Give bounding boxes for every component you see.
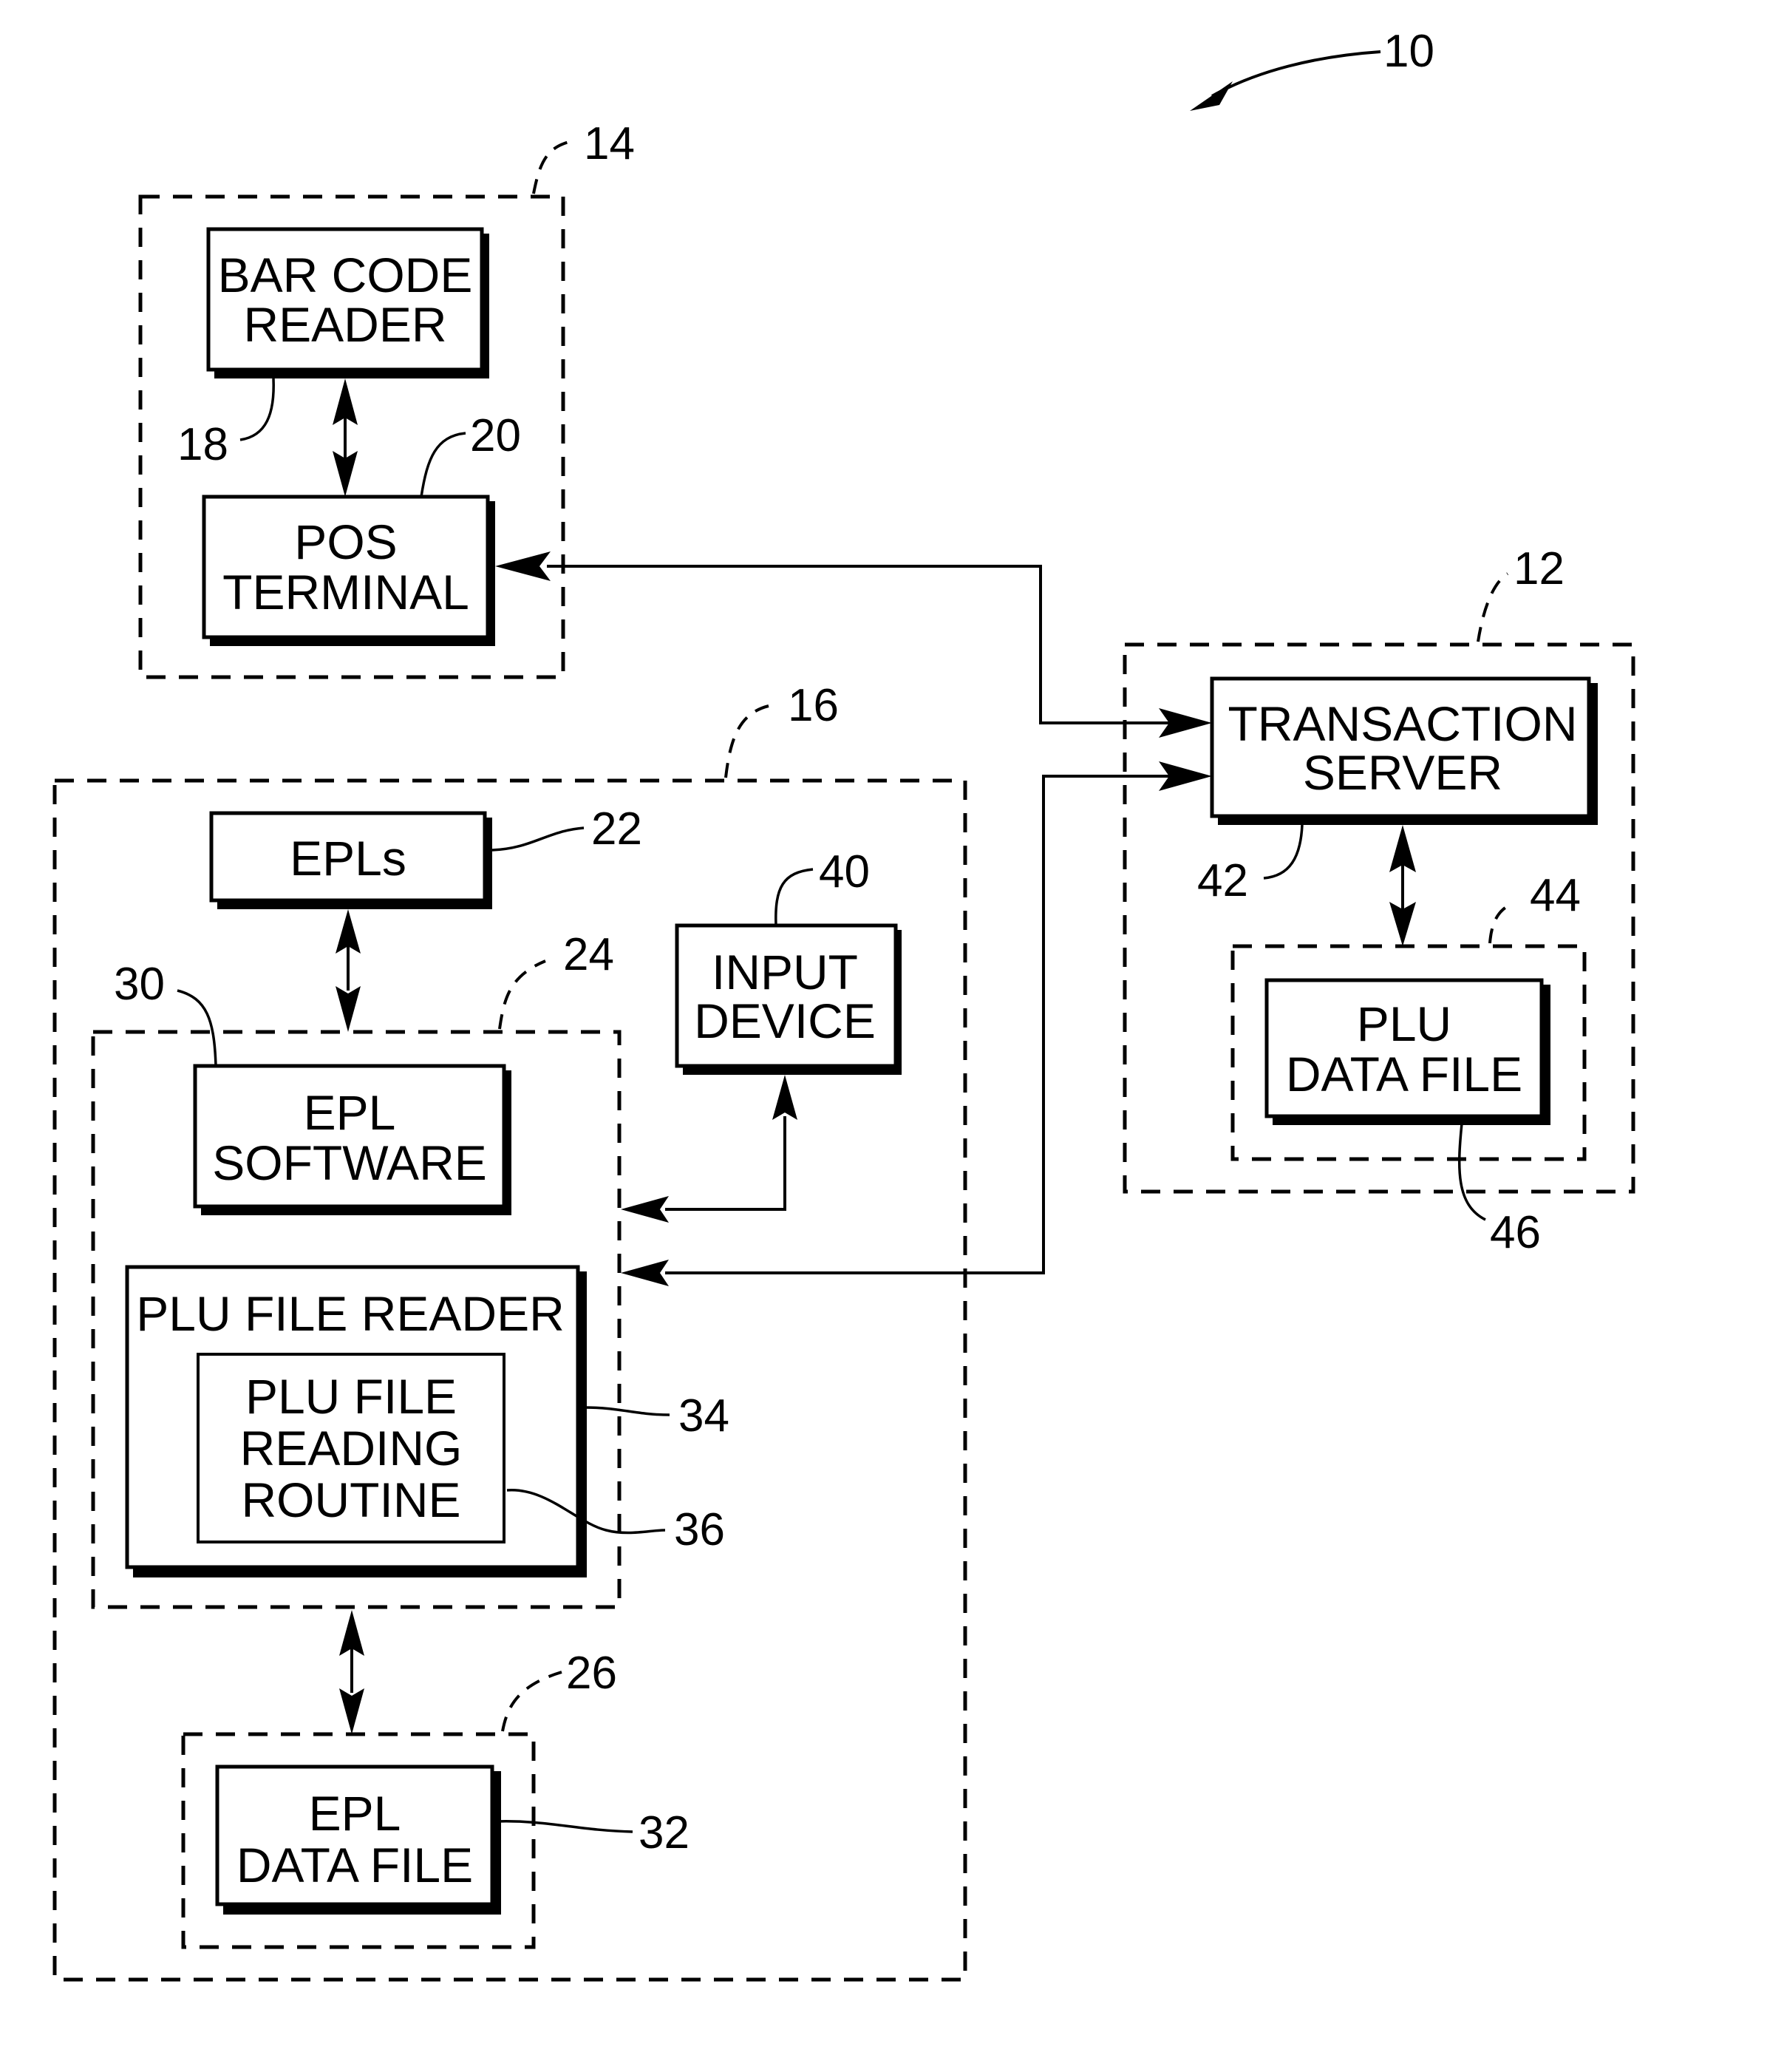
plu-data-file-label-line1: PLU — [1357, 996, 1451, 1051]
transaction-server-label-line2: SERVER — [1303, 745, 1502, 800]
link-reader-pos — [333, 378, 358, 497]
ref-label-46: 46 — [1490, 1207, 1541, 1258]
block-epl-data-file[interactable]: EPL DATA FILE — [215, 1764, 501, 1915]
epl-data-file-label-line1: EPL — [309, 1786, 401, 1841]
leader-44 — [1488, 902, 1514, 944]
block-epls[interactable]: EPLs — [209, 811, 492, 909]
leader-46 — [1457, 1123, 1486, 1221]
link-epl-computer-epl-storage — [339, 1610, 364, 1734]
ref-label-40: 40 — [819, 846, 870, 897]
arrowhead-left-icon — [495, 551, 551, 581]
pos-terminal-label-line2: TERMINAL — [222, 565, 469, 619]
reference-arrowhead-icon — [1190, 81, 1233, 111]
ref-label-12: 12 — [1514, 543, 1565, 594]
leader-14 — [532, 140, 570, 194]
link-epls-epl-computer — [336, 909, 361, 1032]
block-pos-terminal[interactable]: POS TERMINAL — [202, 495, 495, 646]
system-block-diagram: 10 14 BAR CODE READER 18 POS TERMINAL 20 — [52, 26, 1635, 1982]
leader-32 — [496, 1820, 633, 1833]
input-device-label-line2: DEVICE — [694, 993, 876, 1048]
transaction-server-label-line1: TRANSACTION — [1228, 696, 1577, 751]
pos-terminal-label-line1: POS — [294, 514, 397, 569]
ref-label-20: 20 — [470, 410, 521, 461]
epl-data-file-label-line2: DATA FILE — [236, 1838, 473, 1892]
arrowhead-down-icon — [339, 1688, 364, 1734]
ref-label-14: 14 — [584, 118, 635, 169]
ref-label-26: 26 — [566, 1648, 617, 1699]
leader-40 — [774, 868, 814, 926]
leader-26 — [501, 1671, 562, 1732]
ref-label-34: 34 — [678, 1390, 729, 1441]
ref-label-24: 24 — [563, 929, 614, 980]
leader-12 — [1477, 572, 1509, 642]
block-epl-software[interactable]: EPL SOFTWARE — [193, 1064, 511, 1215]
arrowhead-up-icon — [772, 1075, 797, 1120]
leader-16 — [724, 704, 769, 778]
leader-34 — [583, 1406, 670, 1416]
block-bar-code-reader[interactable]: BAR CODE READER — [206, 227, 489, 378]
arrowhead-left-icon — [621, 1196, 669, 1223]
plu-routine-label-line3: ROUTINE — [242, 1473, 461, 1527]
block-input-device[interactable]: INPUT DEVICE — [675, 923, 902, 1075]
plu-file-reader-label: PLU FILE READER — [136, 1286, 565, 1341]
epl-software-label-line2: SOFTWARE — [212, 1135, 487, 1190]
leader-20 — [420, 432, 466, 497]
leader-30 — [177, 989, 217, 1067]
block-plu-data-file[interactable]: PLU DATA FILE — [1264, 978, 1550, 1125]
ref-label-44: 44 — [1530, 870, 1581, 921]
link-server-plu-storage — [1389, 825, 1416, 946]
bar-code-reader-label-line1: BAR CODE — [218, 248, 473, 302]
block-transaction-server[interactable]: TRANSACTION SERVER — [1210, 676, 1598, 825]
input-device-label-line1: INPUT — [712, 945, 858, 999]
epl-software-label-line1: EPL — [304, 1085, 396, 1140]
ref-label-30: 30 — [114, 959, 165, 1010]
ref-label-18: 18 — [177, 419, 228, 470]
plu-routine-label-line1: PLU FILE — [245, 1369, 457, 1424]
leader-24 — [498, 959, 546, 1030]
leader-22 — [491, 826, 585, 852]
ref-label-36: 36 — [674, 1504, 725, 1555]
ref-label-10: 10 — [1383, 26, 1434, 77]
reference-arrow-curve — [1211, 50, 1381, 98]
leader-18 — [239, 378, 275, 441]
leader-42 — [1263, 824, 1304, 880]
bar-code-reader-label-line2: READER — [243, 297, 446, 352]
block-plu-file-reading-routine[interactable]: PLU FILE READING ROUTINE — [197, 1353, 505, 1543]
plu-data-file-label-line2: DATA FILE — [1286, 1047, 1522, 1101]
link-server-pos — [495, 551, 1212, 738]
arrowhead-left-icon — [621, 1260, 669, 1286]
ref-label-16: 16 — [788, 680, 839, 731]
ref-label-42: 42 — [1197, 855, 1248, 906]
link-input-device-epl-computer — [621, 1075, 797, 1223]
epls-label: EPLs — [290, 831, 406, 886]
plu-routine-label-line2: READING — [240, 1421, 463, 1475]
figure-reference-10: 10 — [1190, 26, 1434, 111]
ref-label-22: 22 — [591, 804, 642, 855]
ref-label-32: 32 — [639, 1807, 690, 1858]
arrowhead-down-icon — [336, 986, 361, 1032]
